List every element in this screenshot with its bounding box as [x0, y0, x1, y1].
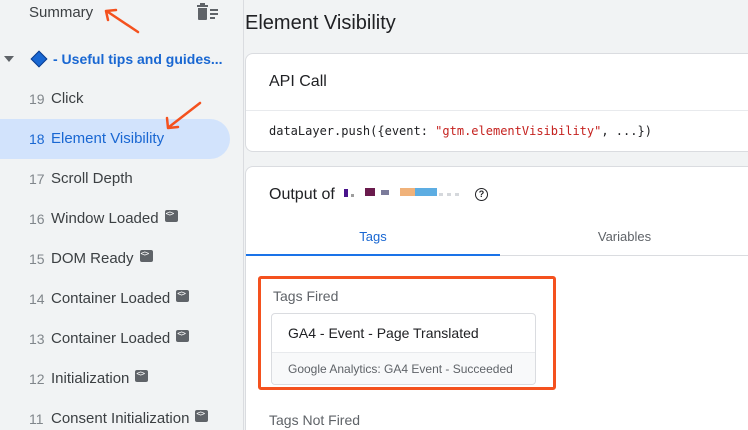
event-name: Container Loaded: [51, 329, 190, 347]
api-call-code: dataLayer.push({event: "gtm.elementVisib…: [269, 124, 652, 138]
event-number: 12: [29, 371, 45, 387]
page-title: Element Visibility: [245, 12, 396, 34]
event-name-text: Element Visibility: [51, 130, 165, 147]
annotation-arrow-icon: [104, 8, 140, 34]
event-name-text: Container Loaded: [51, 290, 171, 307]
event-name: Initialization: [51, 369, 149, 387]
tags-not-fired-heading: Tags Not Fired: [269, 412, 361, 428]
event-name: Container Loaded: [51, 289, 190, 307]
event-item[interactable]: 16 Window Loaded: [0, 199, 230, 239]
summary-link[interactable]: Summary: [29, 4, 93, 21]
event-number: 19: [29, 91, 45, 107]
tab-tags[interactable]: Tags: [246, 222, 500, 256]
tags-fired-highlight: Tags Fired GA4 - Event - Page Translated…: [258, 276, 556, 390]
tag-status: Google Analytics: GA4 Event - Succeeded: [288, 362, 513, 376]
event-name: Element Visibility: [51, 130, 164, 147]
event-number: 15: [29, 251, 45, 267]
api-call-card: API Call dataLayer.push({event: "gtm.ele…: [245, 53, 748, 152]
event-name-text: Container Loaded: [51, 330, 171, 347]
event-name-text: Window Loaded: [51, 210, 159, 227]
code-icon: [139, 249, 153, 262]
event-item[interactable]: 13 Container Loaded: [0, 319, 230, 359]
tab-variables[interactable]: Variables: [500, 222, 748, 256]
output-card: Output of ? Tags Variables Tags Fired GA…: [245, 166, 748, 430]
event-name: Consent Initialization: [51, 409, 209, 427]
help-icon[interactable]: ?: [475, 188, 488, 201]
code-icon: [135, 369, 149, 382]
redacted-container-name: [344, 188, 459, 197]
event-number: 11: [29, 411, 44, 427]
clear-list-icon[interactable]: [197, 3, 219, 21]
output-title: Output of: [269, 186, 335, 203]
event-name-text: Consent Initialization: [51, 410, 190, 427]
sidebar: Summary - Useful tips and guides... 19 Cl…: [0, 0, 244, 430]
event-number: 14: [29, 291, 45, 307]
event-name-text: Scroll Depth: [51, 170, 133, 187]
event-name-text: Click: [51, 90, 84, 107]
tags-fired-heading: Tags Fired: [273, 288, 339, 304]
code-suffix: , ...}): [601, 124, 652, 138]
code-event-string: "gtm.elementVisibility": [435, 124, 602, 138]
event-number: 16: [29, 211, 45, 227]
code-prefix: dataLayer.push({event:: [269, 124, 436, 138]
code-icon: [176, 329, 190, 342]
event-item[interactable]: 15 DOM Ready: [0, 239, 230, 279]
annotation-arrow-icon: [165, 101, 202, 130]
divider: [246, 110, 748, 111]
event-item[interactable]: 11 Consent Initialization: [0, 399, 230, 430]
event-item[interactable]: 12 Initialization: [0, 359, 230, 399]
event-name-text: Initialization: [51, 370, 130, 387]
event-name-text: DOM Ready: [51, 250, 134, 267]
event-number: 18: [29, 131, 45, 147]
caret-down-icon[interactable]: [4, 56, 14, 62]
tag-footer: Google Analytics: GA4 Event - Succeeded: [272, 352, 535, 384]
event-number: 13: [29, 331, 45, 347]
event-number: 17: [29, 171, 45, 187]
group-label: - Useful tips and guides...: [53, 51, 223, 67]
event-name: Scroll Depth: [51, 170, 133, 187]
diamond-icon: [30, 50, 48, 68]
event-name: Click: [51, 90, 84, 107]
code-icon: [164, 209, 178, 222]
tag-name: GA4 - Event - Page Translated: [288, 325, 479, 341]
event-item[interactable]: 17 Scroll Depth: [0, 159, 230, 199]
message-group-row[interactable]: - Useful tips and guides...: [0, 47, 244, 73]
event-item[interactable]: 14 Container Loaded: [0, 279, 230, 319]
event-name: Window Loaded: [51, 209, 178, 227]
api-call-title: API Call: [269, 73, 327, 90]
fired-tag-card[interactable]: GA4 - Event - Page Translated Google Ana…: [271, 313, 536, 385]
event-name: DOM Ready: [51, 249, 153, 267]
code-icon: [176, 289, 190, 302]
code-icon: [195, 409, 209, 422]
